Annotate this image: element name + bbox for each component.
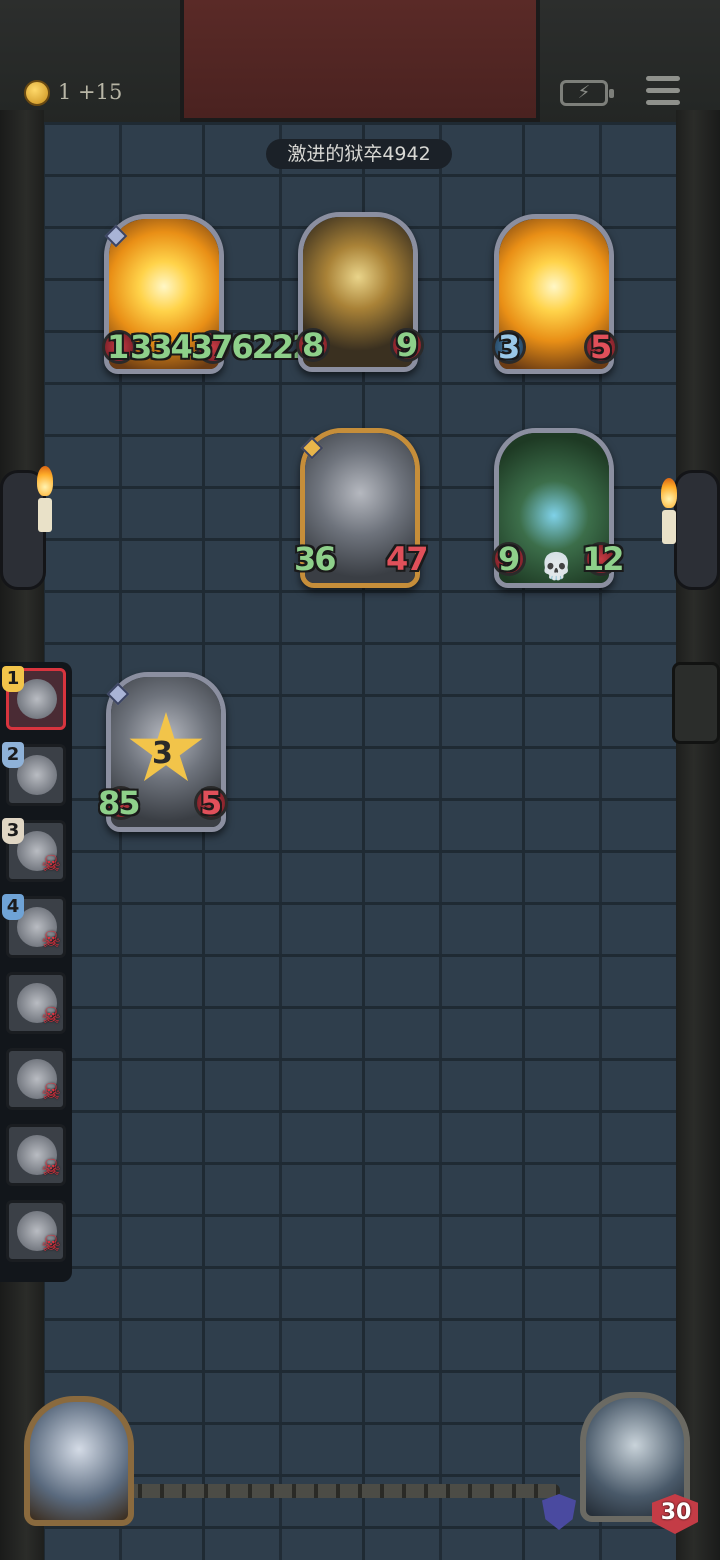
left-candle: [38, 498, 52, 532]
dead-skull-icon: ☠: [41, 928, 61, 953]
bottom-chain: [120, 1484, 560, 1498]
vine-card-health: 12: [582, 540, 625, 578]
sidebar-item-number: 2: [2, 742, 24, 768]
right-pillar: [676, 110, 720, 1560]
sidebar-item-number: 1: [2, 666, 24, 692]
sidebar-item-number: 3: [2, 818, 24, 844]
menu-icon[interactable]: [646, 76, 680, 106]
enemy-card-1-attack: 1: [107, 328, 129, 366]
vine-card-attack: 9: [498, 540, 520, 578]
left-flame-icon: [37, 466, 53, 496]
dead-skull-icon: ☠: [41, 852, 61, 877]
opponent-name-label: 激进的狱卒4942: [266, 139, 452, 169]
boss-card-attack: 8: [302, 326, 324, 364]
enemy-card-3-health: 5: [590, 328, 612, 366]
sidebar-item-7[interactable]: ☠: [6, 1124, 66, 1186]
sidebar-item-6[interactable]: ☠: [6, 1048, 66, 1110]
player-card-attack: 85: [98, 784, 141, 822]
dead-skull-icon: ☠: [41, 1004, 61, 1029]
enemy-card-3-attack: 3: [498, 328, 520, 366]
player-hero-portrait[interactable]: [24, 1396, 134, 1526]
star-level-text: 3: [152, 736, 173, 771]
enemy-card-1-health: 334376222: [130, 328, 314, 366]
player-card-health: 5: [200, 784, 222, 822]
gold-coin-icon: [24, 80, 50, 106]
sidebar-item-number: 4: [2, 894, 24, 920]
dead-skull-icon: ☠: [41, 1232, 61, 1257]
knight-card-health: 47: [386, 540, 429, 578]
sidebar-item-5[interactable]: ☠: [6, 972, 66, 1034]
top-curtain: [180, 0, 540, 122]
knight-card-attack: 36: [294, 540, 337, 578]
right-candle: [662, 510, 676, 544]
boss-card-health: 9: [396, 326, 418, 364]
dead-skull-icon: ☠: [41, 1080, 61, 1105]
enemy-hero-health: 30: [660, 1500, 692, 1525]
battery-icon[interactable]: ⚡: [560, 80, 614, 106]
dead-skull-icon: ☠: [41, 1156, 61, 1181]
right-flame-icon: [661, 478, 677, 508]
skull-icon: 💀: [540, 552, 573, 582]
door-lock-handle: [672, 662, 720, 744]
gold-counter: 1 +15: [58, 80, 123, 104]
sidebar-item-8[interactable]: ☠: [6, 1200, 66, 1262]
right-sconce: [674, 470, 720, 590]
